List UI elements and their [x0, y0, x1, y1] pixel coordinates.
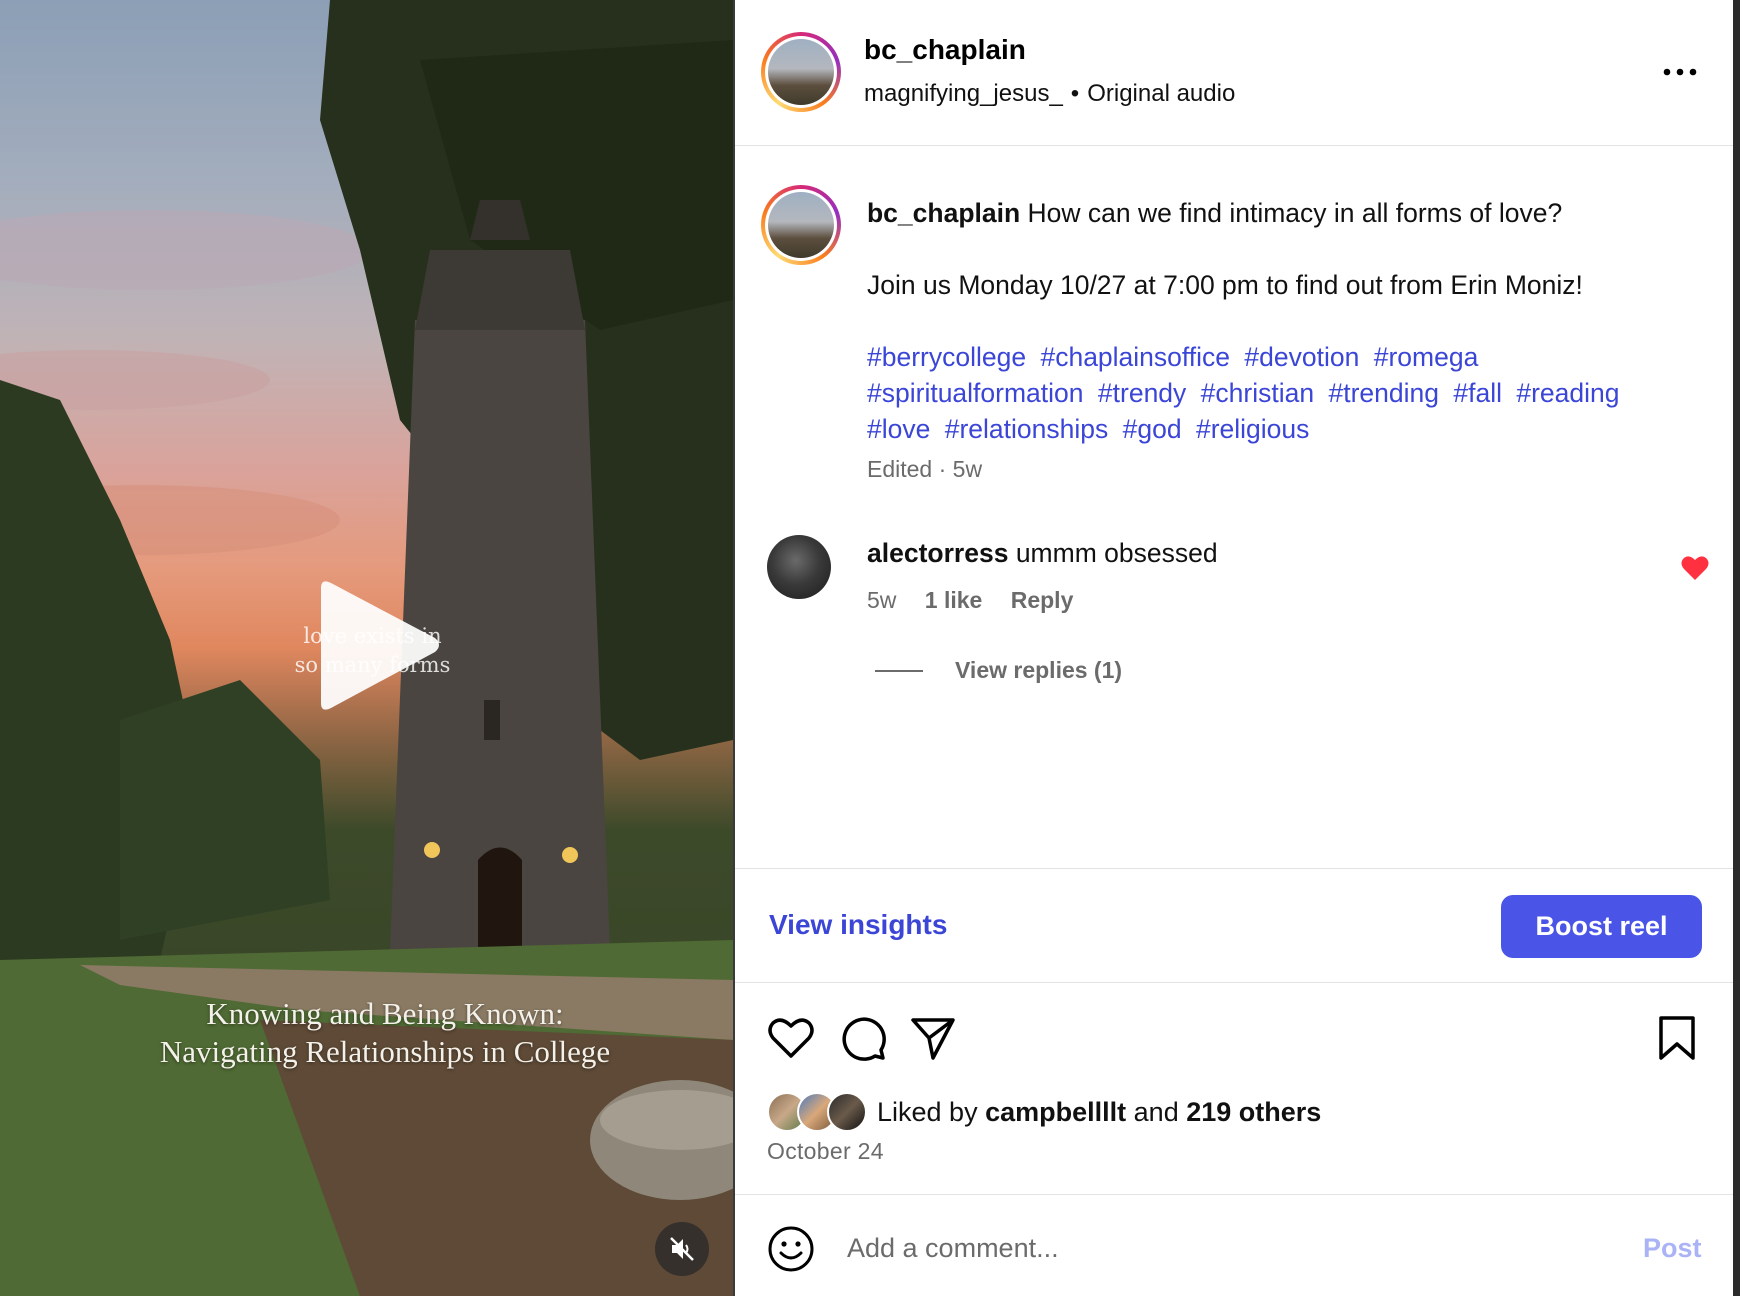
hashtag[interactable]: #reading [1516, 378, 1619, 408]
liked-others[interactable]: 219 others [1186, 1097, 1321, 1128]
audio-info: magnifying_jesus_ • Original audio [864, 80, 1235, 108]
view-replies-label: View replies (1) [955, 657, 1123, 683]
share-icon[interactable] [907, 1012, 959, 1064]
hashtag[interactable]: #god [1123, 414, 1182, 444]
hashtag[interactable]: #relationships [945, 414, 1109, 444]
window-edge [1733, 0, 1740, 1296]
comment-icon[interactable] [837, 1012, 889, 1064]
caption-line-2: Join us Monday 10/27 at 7:00 pm to find … [867, 270, 1583, 300]
post-header: bc_chaplain magnifying_jesus_ • Original a… [735, 0, 1733, 146]
comment-meta: 5w 1 like Reply [867, 587, 1095, 614]
liked-and: and [1133, 1096, 1179, 1127]
hashtag[interactable]: #chaplainsoffice [1040, 342, 1230, 372]
liker-avatars[interactable] [767, 1092, 867, 1132]
hashtag[interactable]: #religious [1196, 414, 1309, 444]
comment-time: 5w [867, 587, 897, 613]
author-username[interactable]: bc_chaplain [864, 34, 1026, 66]
caption-body: How can we find intimacy in all forms of… [1027, 198, 1563, 228]
heart-icon[interactable] [765, 1012, 817, 1064]
caption-username[interactable]: bc_chaplain [867, 198, 1020, 228]
hashtag[interactable]: #berrycollege [867, 342, 1026, 372]
hashtag[interactable]: #christian [1201, 378, 1314, 408]
boost-reel-button[interactable]: Boost reel [1501, 895, 1702, 958]
comment-likes[interactable]: 1 like [925, 587, 983, 613]
post-comment-button[interactable]: Post [1643, 1233, 1702, 1264]
post-date: October 24 [767, 1138, 884, 1164]
audio-label[interactable]: Original audio [1087, 80, 1235, 107]
caption-avatar[interactable] [761, 185, 841, 265]
audio-separator: • [1070, 80, 1080, 107]
more-options-button[interactable] [1655, 52, 1705, 92]
edited-timestamp: Edited · 5w [867, 456, 983, 482]
reel-video[interactable]: love exists in so many forms Knowing and… [0, 0, 733, 1296]
audio-user[interactable]: magnifying_jesus_ [864, 80, 1063, 107]
liked-prefix: Liked by [877, 1096, 978, 1127]
emoji-icon[interactable] [767, 1225, 815, 1273]
bookmark-icon[interactable] [1651, 1012, 1703, 1064]
play-icon[interactable] [313, 578, 443, 713]
comment-input[interactable] [847, 1223, 1547, 1273]
overlay-title-line-2: Navigating Relationships in College [159, 1034, 611, 1069]
hashtag[interactable]: #romega [1374, 342, 1479, 372]
overlay-title-line-1: Knowing and Being Known: [206, 996, 564, 1031]
action-bar [735, 1012, 1733, 1072]
liked-user[interactable]: campbellllt [985, 1097, 1126, 1128]
hashtag[interactable]: #trendy [1098, 378, 1186, 408]
commenter-username[interactable]: alectorress [867, 538, 1008, 568]
hashtag[interactable]: #spiritualformation [867, 378, 1084, 408]
comment-reply-button[interactable]: Reply [1011, 587, 1074, 613]
view-replies-button[interactable]: View replies (1) [875, 657, 1122, 684]
comment-text: alectorress ummm obsessed [867, 535, 1218, 571]
heart-icon[interactable] [1681, 555, 1709, 581]
hashtags: #berrycollege #chaplainsoffice #devotion… [867, 339, 1707, 447]
more-icon [1663, 68, 1697, 76]
author-avatar[interactable] [761, 32, 841, 112]
video-overlay-title: Knowing and Being Known: Navigating Rela… [60, 995, 710, 1071]
liked-by: Liked by campbellllt and 219 others [767, 1092, 1321, 1132]
hashtag[interactable]: #love [867, 414, 930, 444]
post-details-panel: bc_chaplain magnifying_jesus_ • Original a… [735, 0, 1733, 1296]
hashtag[interactable]: #trending [1328, 378, 1439, 408]
hashtag[interactable]: #devotion [1244, 342, 1359, 372]
comment-item: alectorress ummm obsessed 5w 1 like Repl… [735, 535, 1733, 695]
hashtag[interactable]: #fall [1453, 378, 1502, 408]
caption-text: bc_chaplain How can we find intimacy in … [867, 195, 1697, 231]
comment-body: ummm obsessed [1015, 538, 1218, 568]
commenter-avatar[interactable] [767, 535, 831, 599]
mute-icon [670, 1237, 694, 1261]
add-comment-bar: Post [735, 1194, 1733, 1296]
view-insights-link[interactable]: View insights [769, 909, 947, 941]
mute-button[interactable] [655, 1222, 709, 1276]
insights-bar: View insights Boost reel [735, 868, 1733, 983]
